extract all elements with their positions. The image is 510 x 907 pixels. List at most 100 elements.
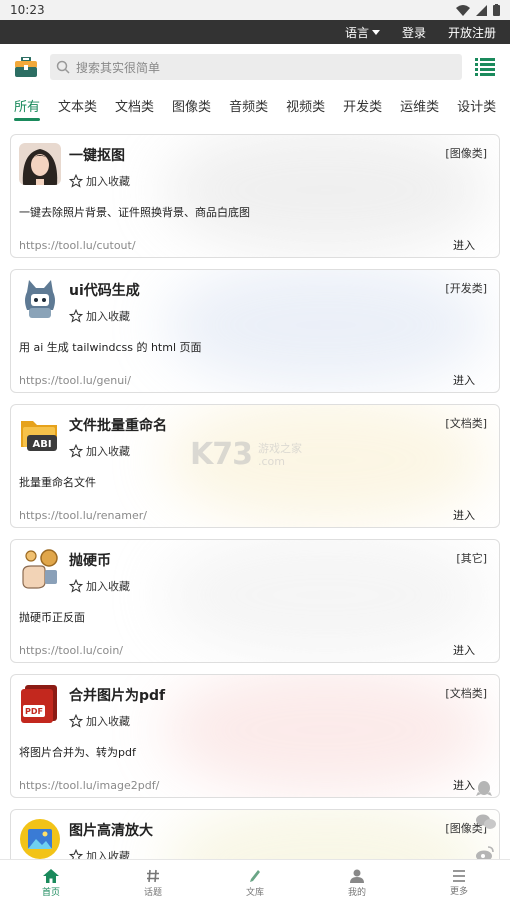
card-footer: https://tool.lu/coin/ 进入 [19,642,487,658]
star-icon [69,714,83,728]
status-time: 10:23 [10,3,45,17]
toolbox-logo-icon[interactable] [12,53,40,81]
caret-down-icon [371,29,380,35]
nav-topics[interactable]: 话题 [102,860,204,907]
card-category: [其它] [456,552,487,565]
card-title: 图片高清放大 [69,823,153,839]
pdf-file-icon: PDF [19,683,61,725]
tool-card[interactable]: PDF 合并图片为pdf 加入收藏 [文档类] 将图片合并为、转为pdf htt… [10,674,500,798]
list-menu-icon[interactable] [472,54,498,80]
category-tabs: 所有 文本类 文档类 图像类 音频类 视频类 开发类 运维类 设计类 [0,87,510,123]
card-url[interactable]: https://tool.lu/genui/ [19,374,131,387]
favorite-button[interactable]: 加入收藏 [69,443,487,459]
tab-design[interactable]: 设计类 [457,90,496,121]
card-url[interactable]: https://tool.lu/image2pdf/ [19,779,159,792]
favorite-button[interactable]: 加入收藏 [69,308,487,324]
nav-home[interactable]: 首页 [0,860,102,907]
search-icon [56,60,70,74]
card-header: PDF 合并图片为pdf 加入收藏 [文档类] [19,683,487,729]
hash-icon [147,869,159,883]
signal-icon [476,4,487,16]
card-header: 抛硬币 加入收藏 [其它] [19,548,487,594]
favorite-label: 加入收藏 [86,310,130,323]
nav-library[interactable]: 文库 [204,860,306,907]
card-title: ui代码生成 [69,283,140,299]
nav-topics-label: 话题 [143,888,162,898]
nav-more[interactable]: 更多 [408,860,510,907]
image-upscale-icon [19,818,61,860]
home-icon [43,869,59,883]
tool-card[interactable]: 抛硬币 加入收藏 [其它] 抛硬币正反面 https://tool.lu/coi… [10,539,500,663]
tab-video[interactable]: 视频类 [286,90,325,121]
card-category: [文档类] [445,687,487,700]
card-head-text: 抛硬币 加入收藏 [69,548,487,594]
favorite-label: 加入收藏 [86,715,130,728]
coin-toss-icon [19,548,61,590]
card-head-text: ui代码生成 加入收藏 [69,278,487,324]
enter-button[interactable]: 进入 [453,777,475,793]
tool-list: 一键抠图 加入收藏 [图像类] 一键去除照片背景、证件照换背景、商品白底图 ht… [0,134,510,907]
card-category: [开发类] [445,282,487,295]
star-icon [69,174,83,188]
card-title: 一键抠图 [69,148,125,164]
star-icon [69,309,83,323]
favorite-button[interactable]: 加入收藏 [69,578,487,594]
folder-abi-icon: ABI [19,413,61,455]
tab-image[interactable]: 图像类 [172,90,211,121]
more-icon [453,870,465,882]
card-title: 文件批量重命名 [69,418,167,434]
tab-all[interactable]: 所有 [14,90,41,121]
card-head-text: 图片高清放大 加入收藏 [69,818,487,864]
portrait-photo-icon [19,143,61,185]
qq-icon[interactable] [476,780,496,798]
card-head-text: 合并图片为pdf 加入收藏 [69,683,487,729]
enter-button[interactable]: 进入 [453,507,475,523]
card-footer: https://tool.lu/genui/ 进入 [19,372,487,388]
favorite-button[interactable]: 加入收藏 [69,713,487,729]
wifi-icon [456,4,470,16]
login-link[interactable]: 登录 [402,24,426,41]
favorite-label: 加入收藏 [86,175,130,188]
card-url[interactable]: https://tool.lu/renamer/ [19,509,147,522]
star-icon [69,579,83,593]
favorite-button[interactable]: 加入收藏 [69,173,487,189]
tab-dev[interactable]: 开发类 [343,90,382,121]
svg-text:ABI: ABI [32,439,51,450]
card-head-text: 文件批量重命名 加入收藏 [69,413,487,459]
search-input[interactable]: 搜索其实很简单 [50,54,462,80]
card-header: ABI 文件批量重命名 加入收藏 [文档类] [19,413,487,459]
tab-document[interactable]: 文档类 [115,90,154,121]
enter-button[interactable]: 进入 [453,372,475,388]
card-url[interactable]: https://tool.lu/coin/ [19,644,123,657]
tool-card[interactable]: ui代码生成 加入收藏 [开发类] 用 ai 生成 tailwindcss 的 … [10,269,500,393]
card-url[interactable]: https://tool.lu/cutout/ [19,239,136,252]
top-bar: 语言 登录 开放注册 [0,20,510,44]
wechat-icon[interactable] [476,814,496,830]
tab-audio[interactable]: 音频类 [229,90,268,121]
card-footer: https://tool.lu/image2pdf/ 进入 [19,777,487,793]
language-label: 语言 [344,25,369,40]
nav-home-label: 首页 [41,888,60,898]
enter-button[interactable]: 进入 [453,237,475,253]
nav-library-label: 文库 [245,888,264,898]
nav-profile-label: 我的 [347,888,366,898]
register-link[interactable]: 开放注册 [448,24,496,41]
tool-card[interactable]: 一键抠图 加入收藏 [图像类] 一键去除照片背景、证件照换背景、商品白底图 ht… [10,134,500,258]
tool-card[interactable]: ABI 文件批量重命名 加入收藏 [文档类] 批量重命名文件 https://t… [10,404,500,528]
share-column [476,780,496,862]
nav-profile[interactable]: 我的 [306,860,408,907]
card-description: 抛硬币正反面 [19,611,85,624]
tab-ops[interactable]: 运维类 [400,90,439,121]
status-icons [456,4,500,16]
star-icon [69,444,83,458]
enter-button[interactable]: 进入 [453,642,475,658]
card-description: 批量重命名文件 [19,476,96,489]
card-head-text: 一键抠图 加入收藏 [69,143,487,189]
card-category: [文档类] [445,417,487,430]
card-footer: https://tool.lu/cutout/ 进入 [19,237,487,253]
language-dropdown[interactable]: 语言 [345,24,380,41]
card-header: ui代码生成 加入收藏 [开发类] [19,278,487,324]
nav-more-label: 更多 [449,887,468,897]
robot-cat-icon [19,278,61,320]
tab-text[interactable]: 文本类 [58,90,97,121]
